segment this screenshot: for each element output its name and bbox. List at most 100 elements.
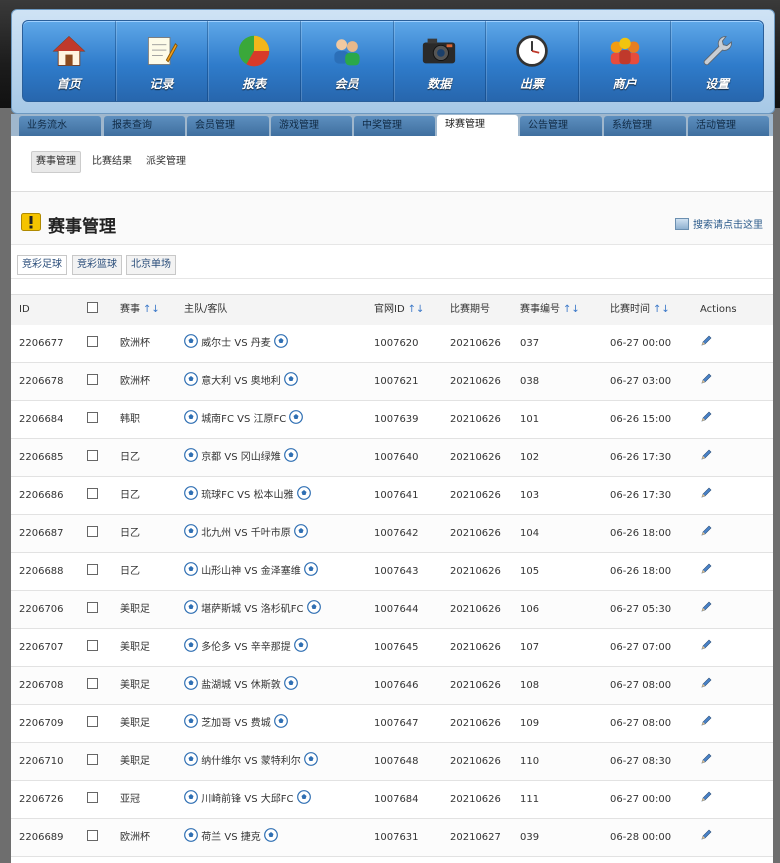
header-match-no[interactable]: 赛事编号 ↑↓ bbox=[520, 295, 580, 325]
edit-button[interactable] bbox=[701, 477, 712, 514]
edit-button[interactable] bbox=[701, 553, 712, 590]
row-checkbox[interactable] bbox=[87, 401, 98, 438]
select-all-checkbox[interactable] bbox=[87, 295, 98, 325]
pencil-icon[interactable] bbox=[701, 515, 712, 536]
type-tab-0[interactable]: 竞彩足球 bbox=[17, 255, 67, 275]
nav-item-home[interactable]: 首页 bbox=[23, 21, 116, 101]
table-row[interactable]: 2206687 日乙 北九州 VS 千叶市原 1007642 20210626 104… bbox=[11, 515, 773, 553]
row-checkbox[interactable] bbox=[87, 553, 98, 590]
nav-item-pie-chart[interactable]: 报表 bbox=[208, 21, 301, 101]
pencil-icon[interactable] bbox=[701, 591, 712, 612]
away-team: 蒙特利尔 bbox=[260, 756, 301, 767]
table-row[interactable]: 2206710 美职足 纳什维尔 VS 蒙特利尔 1007648 20210626 1… bbox=[11, 743, 773, 781]
edit-button[interactable] bbox=[701, 325, 712, 362]
sort-arrows-icon[interactable]: ↑↓ bbox=[563, 304, 580, 315]
subnav-item-2[interactable]: 派奖管理 bbox=[142, 152, 190, 172]
row-checkbox[interactable] bbox=[87, 667, 98, 704]
subnav-item-1[interactable]: 比赛结果 bbox=[88, 152, 136, 172]
edit-button[interactable] bbox=[701, 439, 712, 476]
table-row[interactable]: 2206677 欧洲杯 威尔士 VS 丹麦 1007620 20210626 037 0… bbox=[11, 325, 773, 363]
pencil-icon[interactable] bbox=[701, 743, 712, 764]
table-row[interactable]: 2206685 日乙 京都 VS 冈山绿雉 1007640 20210626 102 0… bbox=[11, 439, 773, 477]
row-checkbox[interactable] bbox=[87, 629, 98, 666]
edit-button[interactable] bbox=[701, 781, 712, 818]
pencil-icon[interactable] bbox=[701, 629, 712, 650]
team-logo-icon bbox=[294, 524, 308, 539]
nav-item-camera[interactable]: 数据 bbox=[394, 21, 487, 101]
table-row[interactable]: 2206684 韩职 城南FC VS 江原FC 1007639 20210626 10… bbox=[11, 401, 773, 439]
tab-0[interactable]: 业务流水 bbox=[19, 116, 101, 136]
cell-id: 2206684 bbox=[19, 414, 64, 425]
table-row[interactable]: 2206686 日乙 琉球FC VS 松本山雅 1007641 20210626 10… bbox=[11, 477, 773, 515]
cell-teams: 荷兰 VS 捷克 bbox=[184, 819, 278, 856]
pencil-icon[interactable] bbox=[701, 439, 712, 460]
away-team: 辛辛那提 bbox=[250, 642, 291, 653]
table-row[interactable]: 2206678 欧洲杯 意大利 VS 奥地利 1007621 20210626 038… bbox=[11, 363, 773, 401]
sort-arrows-icon[interactable]: ↑↓ bbox=[653, 304, 670, 315]
tab-5[interactable]: 球赛管理 bbox=[437, 115, 518, 137]
pencil-icon[interactable] bbox=[701, 819, 712, 840]
nav-item-notepad[interactable]: 记录 bbox=[116, 21, 209, 101]
pencil-icon[interactable] bbox=[701, 667, 712, 688]
edit-button[interactable] bbox=[701, 667, 712, 704]
table-row[interactable]: 2206688 日乙 山形山神 VS 金泽塞维 1007643 20210626 10… bbox=[11, 553, 773, 591]
edit-button[interactable] bbox=[701, 629, 712, 666]
pencil-icon[interactable] bbox=[701, 401, 712, 422]
tab-1[interactable]: 报表查询 bbox=[104, 116, 185, 136]
edit-button[interactable] bbox=[701, 591, 712, 628]
sort-arrows-icon[interactable]: ↑↓ bbox=[408, 304, 425, 315]
tab-3[interactable]: 游戏管理 bbox=[271, 116, 352, 136]
cell-teams: 城南FC VS 江原FC bbox=[184, 401, 304, 438]
cell-id: 2206708 bbox=[19, 680, 64, 691]
row-checkbox[interactable] bbox=[87, 363, 98, 400]
pencil-icon[interactable] bbox=[701, 363, 712, 384]
pencil-icon[interactable] bbox=[701, 705, 712, 726]
row-checkbox[interactable] bbox=[87, 819, 98, 856]
edit-button[interactable] bbox=[701, 819, 712, 856]
nav-label: 商户 bbox=[612, 76, 637, 91]
header-league[interactable]: 赛事 ↑↓ bbox=[120, 295, 160, 325]
sort-arrows-icon[interactable]: ↑↓ bbox=[143, 304, 160, 315]
cell-time: 06-27 00:00 bbox=[610, 338, 672, 349]
table-row[interactable]: 2206709 美职足 芝加哥 VS 费城 1007647 20210626 109 0… bbox=[11, 705, 773, 743]
subnav-item-0[interactable]: 赛事管理 bbox=[31, 151, 81, 173]
pencil-icon[interactable] bbox=[701, 781, 712, 802]
header-time[interactable]: 比赛时间 ↑↓ bbox=[610, 295, 670, 325]
tab-4[interactable]: 中奖管理 bbox=[354, 116, 435, 136]
tab-2[interactable]: 会员管理 bbox=[187, 116, 269, 136]
pencil-icon[interactable] bbox=[701, 477, 712, 498]
type-tab-2[interactable]: 北京单场 bbox=[126, 255, 176, 275]
row-checkbox[interactable] bbox=[87, 515, 98, 552]
table-row[interactable]: 2206726 亚冠 川崎前锋 VS 大邱FC 1007684 20210626 11… bbox=[11, 781, 773, 819]
row-checkbox[interactable] bbox=[87, 591, 98, 628]
pencil-icon[interactable] bbox=[701, 553, 712, 574]
row-checkbox[interactable] bbox=[87, 477, 98, 514]
row-checkbox[interactable] bbox=[87, 439, 98, 476]
row-checkbox[interactable] bbox=[87, 781, 98, 818]
edit-button[interactable] bbox=[701, 363, 712, 400]
nav-item-wrench[interactable]: 设置 bbox=[671, 21, 763, 101]
row-checkbox[interactable] bbox=[87, 325, 98, 362]
tab-8[interactable]: 活动管理 bbox=[688, 116, 769, 136]
search-link[interactable]: 搜索请点击这里 bbox=[675, 216, 763, 231]
tab-7[interactable]: 系统管理 bbox=[604, 116, 686, 136]
edit-button[interactable] bbox=[701, 515, 712, 552]
tab-6[interactable]: 公告管理 bbox=[520, 116, 602, 136]
pencil-icon[interactable] bbox=[701, 325, 712, 346]
title-bar: 赛事管理 搜索请点击这里 bbox=[11, 192, 773, 245]
row-checkbox[interactable] bbox=[87, 705, 98, 742]
edit-button[interactable] bbox=[701, 401, 712, 438]
warning-icon bbox=[21, 213, 41, 231]
header-official-id[interactable]: 官网ID ↑↓ bbox=[374, 295, 424, 325]
nav-item-merchant[interactable]: 商户 bbox=[579, 21, 672, 101]
type-tab-1[interactable]: 竞彩篮球 bbox=[72, 255, 122, 275]
edit-button[interactable] bbox=[701, 743, 712, 780]
nav-item-clock[interactable]: 出票 bbox=[486, 21, 579, 101]
row-checkbox[interactable] bbox=[87, 743, 98, 780]
nav-item-users[interactable]: 会员 bbox=[301, 21, 394, 101]
table-row[interactable]: 2206708 美职足 盐湖城 VS 休斯敦 1007646 20210626 108… bbox=[11, 667, 773, 705]
table-row[interactable]: 2206707 美职足 多伦多 VS 辛辛那提 1007645 20210626 10… bbox=[11, 629, 773, 667]
table-row[interactable]: 2206689 欧洲杯 荷兰 VS 捷克 1007631 20210627 039 06… bbox=[11, 819, 773, 857]
table-row[interactable]: 2206706 美职足 堪萨斯城 VS 洛杉矶FC 1007644 20210626… bbox=[11, 591, 773, 629]
edit-button[interactable] bbox=[701, 705, 712, 742]
